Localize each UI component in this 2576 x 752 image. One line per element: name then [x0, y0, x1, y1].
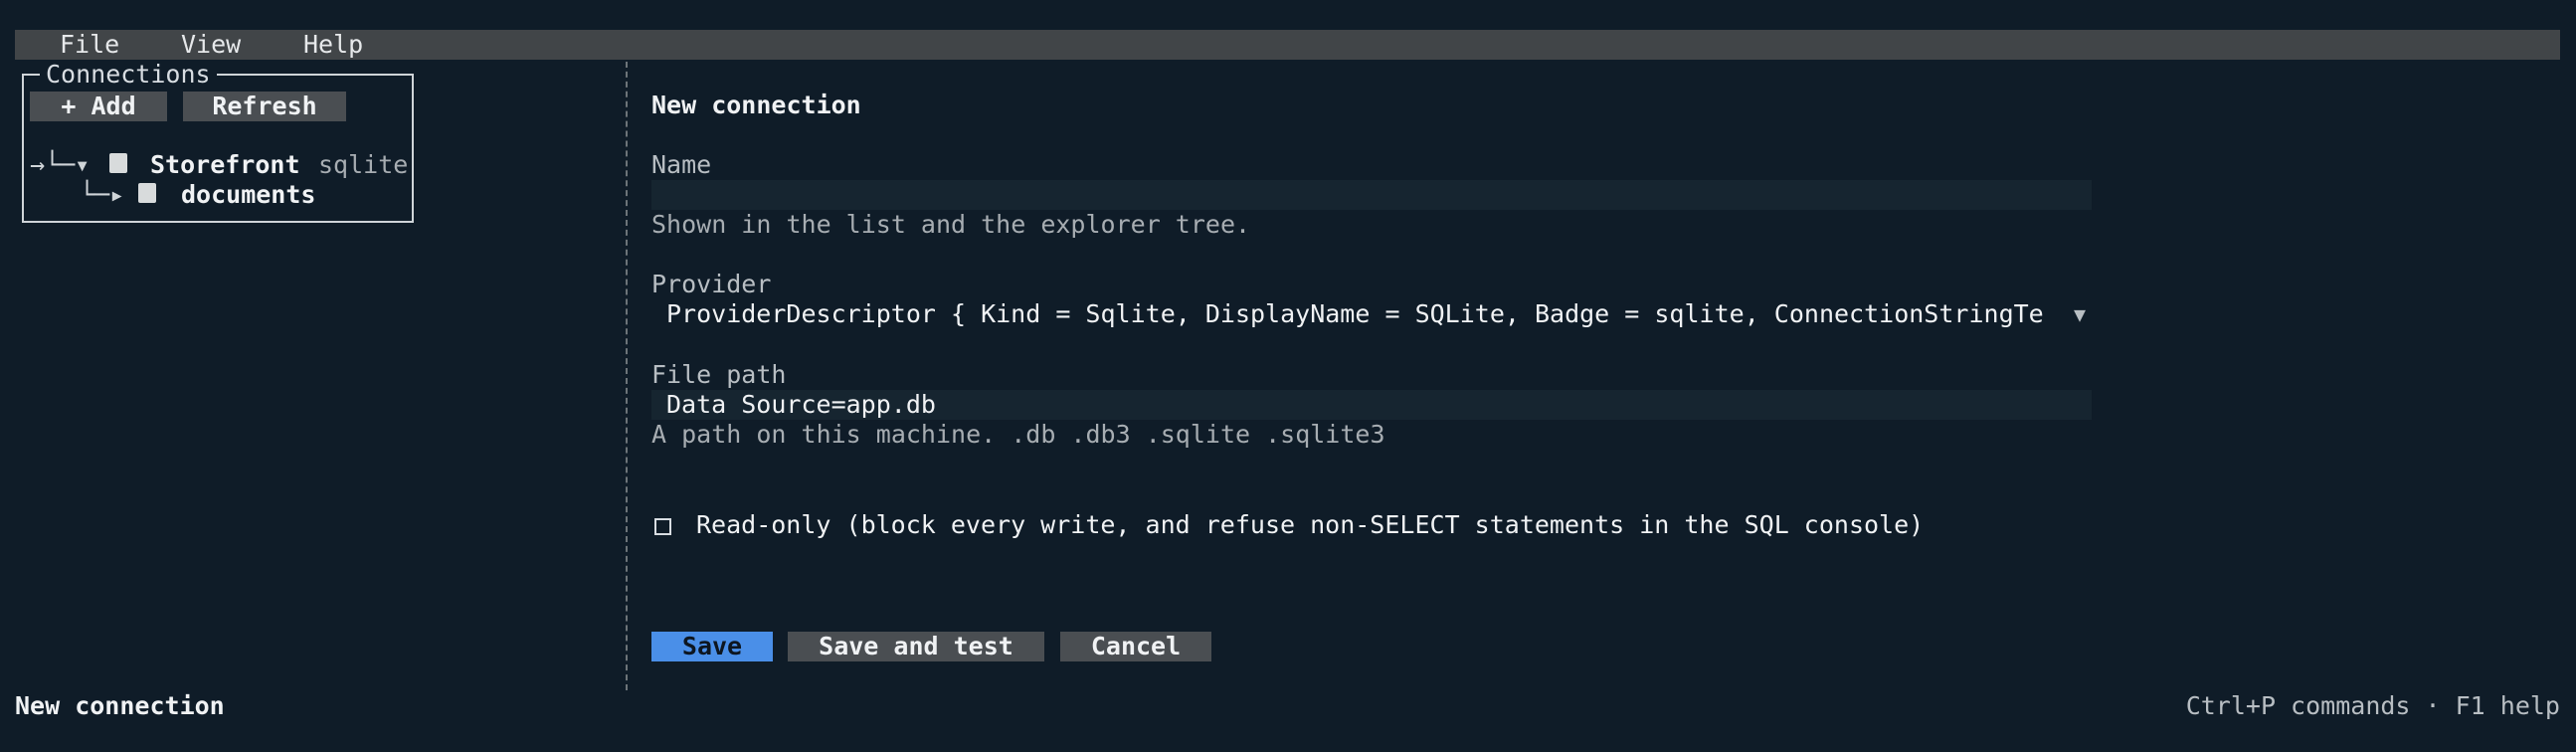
provider-select[interactable]: ProviderDescriptor { Kind = Sqlite, Disp… [651, 299, 2092, 329]
file-path-input-value: Data Source=app.db [666, 390, 936, 419]
database-icon [138, 183, 156, 203]
status-text: New connection [15, 691, 225, 720]
name-hint: Shown in the list and the explorer tree. [651, 210, 1251, 239]
save-button[interactable]: Save [651, 632, 773, 661]
status-shortcuts: Ctrl+P commands · F1 help [2185, 691, 2560, 720]
tree-expand-indicator[interactable]: └─▸ [80, 180, 124, 210]
file-path-input[interactable]: Data Source=app.db [651, 390, 2092, 420]
chevron-down-icon: ▼ [2074, 302, 2087, 326]
name-input[interactable] [651, 180, 2092, 210]
pane-divider[interactable] [626, 62, 628, 690]
refresh-button[interactable]: Refresh [183, 92, 346, 121]
menu-file[interactable]: File [60, 30, 119, 60]
add-connection-button[interactable]: + Add [30, 92, 167, 121]
connections-panel-title: Connections [40, 60, 217, 90]
menu-bar: File View Help [15, 30, 2560, 60]
cancel-button[interactable]: Cancel [1060, 632, 1211, 661]
tree-item-label: Storefront [150, 150, 300, 179]
tree-expand-indicator[interactable]: →└─▾ [30, 150, 90, 180]
provider-label: Provider [651, 270, 772, 298]
provider-badge: sqlite [318, 150, 409, 179]
database-icon [109, 153, 127, 173]
form-heading: New connection [651, 91, 861, 119]
provider-select-value: ProviderDescriptor { Kind = Sqlite, Disp… [666, 299, 2044, 328]
menu-view[interactable]: View [181, 30, 241, 60]
file-path-hint: A path on this machine. .db .db3 .sqlite… [651, 420, 1385, 449]
readonly-label: Read-only (block every write, and refuse… [696, 510, 1925, 539]
name-label: Name [651, 150, 712, 179]
file-path-label: File path [651, 360, 787, 389]
readonly-checkbox[interactable] [654, 518, 671, 535]
menu-help[interactable]: Help [303, 30, 363, 60]
tree-item-label: documents [181, 180, 316, 209]
save-and-test-button[interactable]: Save and test [788, 632, 1044, 661]
